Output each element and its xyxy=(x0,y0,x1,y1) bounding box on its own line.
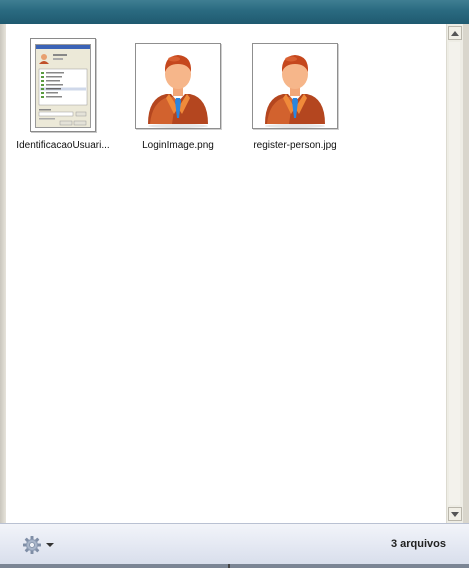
file-name-label: register-person.jpg xyxy=(253,140,337,151)
scroll-up-button[interactable] xyxy=(448,26,462,40)
bottom-edge xyxy=(0,564,469,568)
vertical-scrollbar[interactable] xyxy=(446,24,463,523)
file-browser-window: IdentificacaoUsuari... LoginImage.png re… xyxy=(0,0,469,568)
person-image-thumbnail xyxy=(135,43,221,129)
status-bar: 3 arquivos xyxy=(0,523,469,565)
file-count-label: 3 arquivos xyxy=(390,538,446,550)
person-icon xyxy=(137,45,219,128)
file-thumbnail xyxy=(30,38,96,132)
document-thumbnail-icon xyxy=(30,38,96,132)
chevron-down-icon xyxy=(46,543,54,547)
top-header-bar xyxy=(0,0,469,25)
scroll-down-button[interactable] xyxy=(448,507,462,521)
person-image-thumbnail xyxy=(252,43,338,129)
file-name-label: IdentificacaoUsuari... xyxy=(16,140,110,151)
arrow-down-icon xyxy=(451,511,459,517)
person-icon xyxy=(254,45,336,128)
file-thumbnail xyxy=(135,38,221,129)
settings-menu-button[interactable] xyxy=(22,535,56,555)
scroll-track[interactable] xyxy=(449,42,460,505)
arrow-up-icon xyxy=(451,30,459,36)
file-name-label: LoginImage.png xyxy=(142,140,214,151)
gear-icon xyxy=(23,536,41,554)
file-list-area[interactable]: IdentificacaoUsuari... LoginImage.png re… xyxy=(6,24,446,523)
file-item-screenshot[interactable]: IdentificacaoUsuari... xyxy=(6,38,120,158)
file-item-login-image[interactable]: LoginImage.png xyxy=(121,38,235,158)
right-frame xyxy=(463,24,469,523)
file-item-register-person[interactable]: register-person.jpg xyxy=(238,38,352,158)
file-thumbnail xyxy=(252,38,338,129)
